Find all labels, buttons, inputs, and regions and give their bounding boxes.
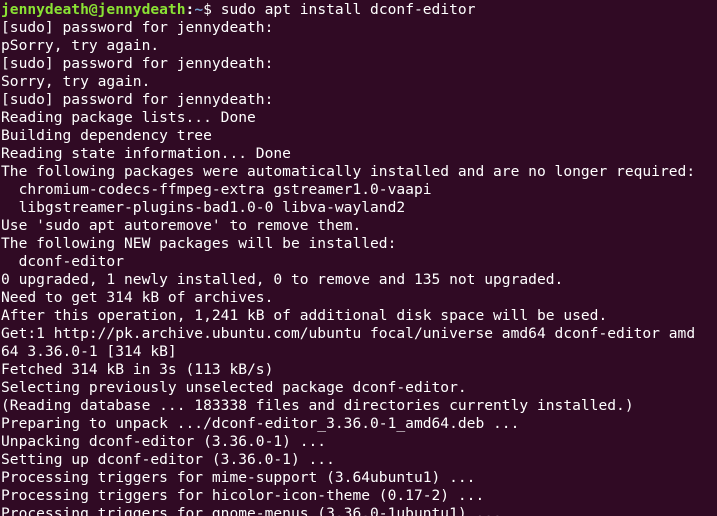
output-line: Processing triggers for mime-support (3.…: [1, 469, 476, 486]
output-line: Processing triggers for hicolor-icon-the…: [1, 487, 485, 504]
output-line: Unpacking dconf-editor (3.36.0-1) ...: [1, 433, 327, 450]
prompt-user-host: jennydeath@jennydeath: [1, 1, 186, 18]
output-line: libgstreamer-plugins-bad1.0-0 libva-wayl…: [1, 199, 406, 216]
output-line: [sudo] password for jennydeath:: [1, 19, 274, 36]
output-line: Setting up dconf-editor (3.36.0-1) ...: [1, 451, 335, 468]
output-line: dconf-editor: [1, 253, 125, 270]
output-line: 0 upgraded, 1 newly installed, 0 to remo…: [1, 271, 564, 288]
prompt-path: ~: [194, 1, 204, 18]
output-line: Building dependency tree: [1, 127, 212, 144]
output-line: Get:1 http://pk.archive.ubuntu.com/ubunt…: [1, 325, 696, 342]
prompt-symbol: $: [203, 1, 221, 18]
output-line: chromium-codecs-ffmpeg-extra gstreamer1.…: [1, 181, 432, 198]
output-line: Reading package lists... Done: [1, 109, 256, 126]
output-line: Sorry, try again.: [1, 73, 151, 90]
output-line: [sudo] password for jennydeath:: [1, 55, 274, 72]
output-line: The following NEW packages will be insta…: [1, 235, 397, 252]
output-line: Use 'sudo apt autoremove' to remove them…: [1, 217, 362, 234]
output-line: Need to get 314 kB of archives.: [1, 289, 274, 306]
output-line: (Reading database ... 183338 files and d…: [1, 397, 634, 414]
command-text: sudo apt install dconf-editor: [220, 1, 476, 18]
output-line: 64 3.36.0-1 [314 kB]: [1, 343, 177, 360]
prompt-line: jennydeath@jennydeath:~$ sudo apt instal…: [1, 1, 717, 19]
terminal-window[interactable]: jennydeath@jennydeath:~$ sudo apt instal…: [0, 0, 717, 516]
output-line: Reading state information... Done: [1, 145, 291, 162]
output-line: Preparing to unpack .../dconf-editor_3.3…: [1, 415, 520, 432]
output-line: [sudo] password for jennydeath:: [1, 91, 274, 108]
output-line: Fetched 314 kB in 3s (113 kB/s): [1, 361, 274, 378]
output-line: pSorry, try again.: [1, 37, 160, 54]
output-line: The following packages were automaticall…: [1, 163, 696, 180]
prompt-separator: :: [185, 1, 195, 18]
output-line: Processing triggers for gnome-menus (3.3…: [1, 505, 502, 516]
output-line: Selecting previously unselected package …: [1, 379, 467, 396]
output-line: After this operation, 1,241 kB of additi…: [1, 307, 608, 324]
